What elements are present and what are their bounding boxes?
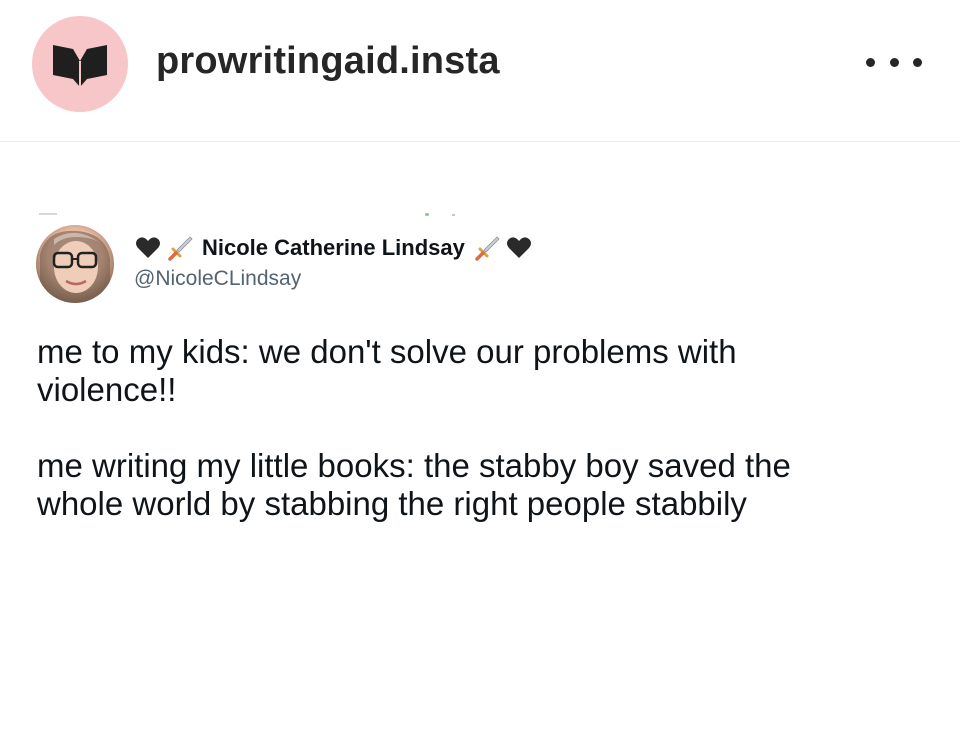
more-options-icon[interactable]	[866, 48, 922, 76]
tweet-image: Nicole Catherine Lindsay @NicoleCLindsay…	[0, 143, 960, 737]
author-photo	[40, 230, 110, 303]
post-header: prowritingaid.insta	[0, 0, 960, 142]
black-heart-icon	[136, 237, 160, 258]
dagger-icon	[475, 236, 500, 261]
divider-fragment	[452, 214, 455, 216]
tweet-author-avatar	[36, 225, 114, 303]
tweet-author-name-row: Nicole Catherine Lindsay	[134, 231, 533, 265]
tweet-body-text: me to my kids: we don't solve our proble…	[37, 333, 791, 522]
black-heart-icon	[506, 237, 531, 258]
dagger-icon	[168, 236, 193, 261]
open-book-heart-icon	[53, 45, 107, 87]
divider-fragment	[39, 213, 57, 215]
divider-fragment	[425, 213, 429, 216]
tweet-author-handle: @NicoleCLindsay	[134, 267, 302, 290]
more-dot	[889, 57, 899, 67]
more-dot	[866, 57, 875, 67]
tweet-author-name: Nicole Catherine Lindsay	[202, 235, 465, 260]
account-avatar[interactable]	[32, 16, 128, 112]
more-dot	[913, 57, 922, 67]
account-username[interactable]: prowritingaid.insta	[156, 40, 500, 83]
